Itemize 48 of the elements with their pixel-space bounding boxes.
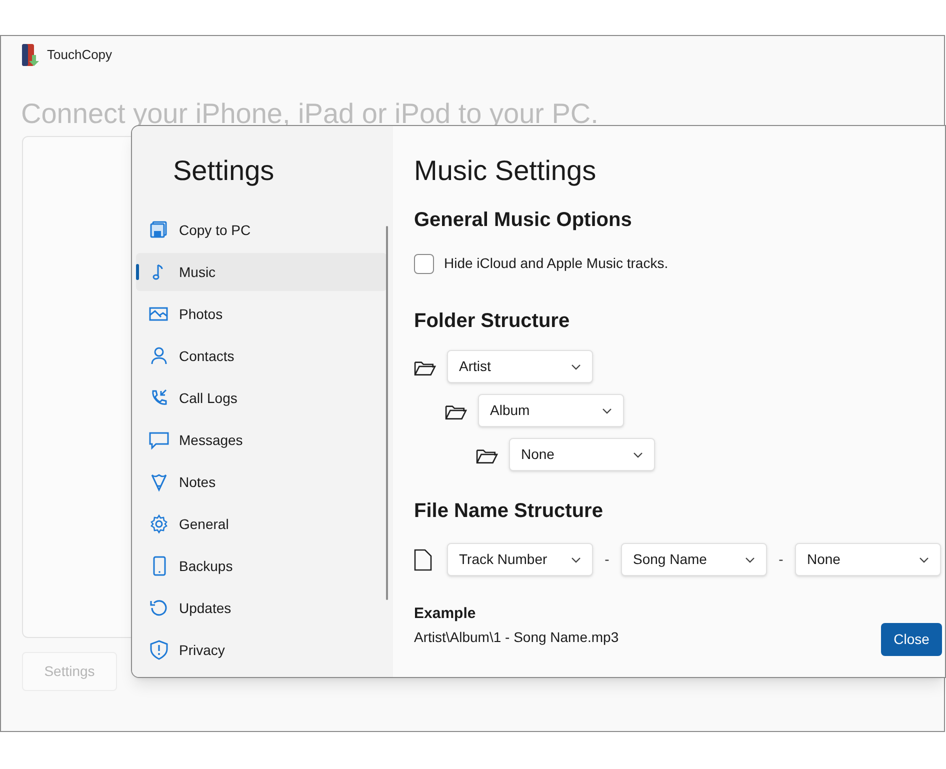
chevron-down-icon (633, 452, 643, 458)
app-logo-icon (21, 43, 39, 67)
sidebar-item[interactable]: Privacy (136, 631, 387, 669)
person-icon (149, 346, 169, 366)
checkbox-label: Hide iCloud and Apple Music tracks. (444, 254, 668, 273)
chevron-down-icon (919, 556, 929, 562)
section-heading: File Name Structure (414, 499, 604, 524)
shield-icon (149, 640, 169, 660)
floppy-disk-icon (149, 220, 169, 240)
connect-heading: Connect your iPhone, iPad or iPod to your PC. (20, 97, 600, 131)
separator-dash: - (604, 550, 610, 569)
sidebar-item[interactable]: Backups (136, 547, 387, 585)
gear-icon (149, 514, 169, 534)
window-title: TouchCopy (47, 46, 112, 64)
sidebar-item[interactable]: Music (136, 253, 387, 291)
sidebar-item[interactable]: Copy to PC (136, 211, 387, 249)
close-button[interactable]: Close (881, 623, 942, 656)
chevron-down-icon (571, 364, 581, 370)
sidebar-item[interactable]: Photos (136, 295, 387, 333)
section-heading: General Music Options (414, 208, 633, 233)
sidebar-item[interactable]: General (136, 505, 387, 543)
sidebar-item[interactable]: Contacts (136, 337, 387, 375)
sidebar-item[interactable]: Notes (136, 463, 387, 501)
page-title: Music Settings (414, 154, 598, 188)
separator-dash: - (778, 550, 784, 569)
example-path: Artist\Album\1 - Song Name.mp3 (414, 628, 619, 647)
dropdown[interactable]: None (509, 438, 655, 471)
document-icon (414, 548, 432, 570)
sidebar-item[interactable]: Messages (136, 421, 387, 459)
phone-icon (149, 388, 169, 408)
refresh-icon (149, 598, 169, 618)
dropdown[interactable]: None (795, 543, 941, 576)
section-heading: Folder Structure (414, 309, 571, 334)
dropdown[interactable]: Artist (447, 350, 593, 383)
chevron-down-icon (571, 556, 581, 562)
chevron-down-icon (745, 556, 755, 562)
sidebar-item[interactable]: Updates (136, 589, 387, 627)
settings-title: Settings (173, 154, 276, 188)
dropdown[interactable]: Song Name (621, 543, 767, 576)
pen-icon (149, 472, 169, 492)
chevron-down-icon (602, 408, 612, 414)
example-label: Example (414, 604, 477, 624)
chat-bubble-icon (149, 430, 169, 450)
checkbox[interactable] (414, 254, 434, 274)
sidebar-item[interactable]: Call Logs (136, 379, 387, 417)
dropdown[interactable]: Track Number (447, 543, 593, 576)
selection-indicator (136, 264, 139, 280)
dropdown[interactable]: Album (478, 394, 624, 427)
